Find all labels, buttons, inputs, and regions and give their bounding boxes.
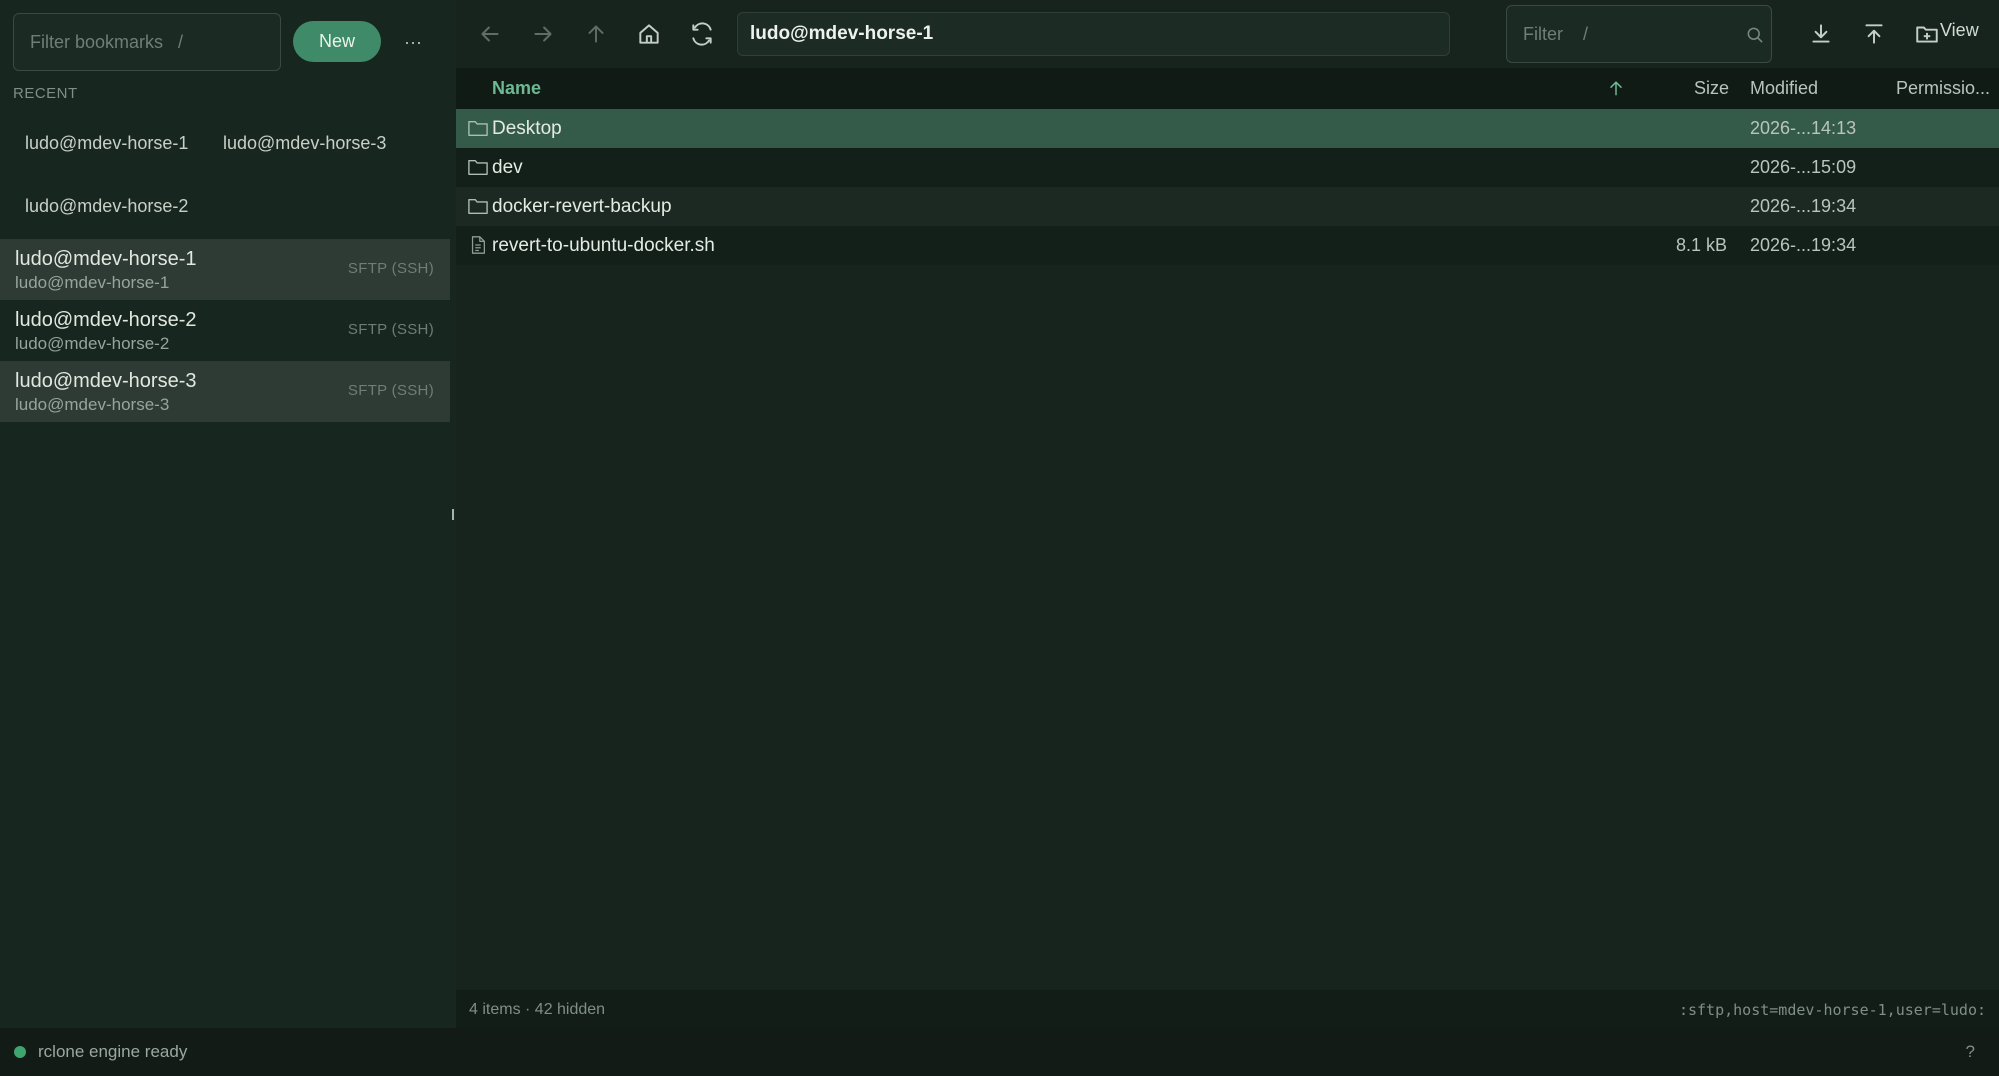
download-button[interactable] (1801, 14, 1841, 54)
back-button[interactable] (470, 14, 510, 54)
connection-protocol: SFTP (SSH) (347, 321, 434, 338)
status-text: rclone engine ready (38, 1042, 188, 1061)
file-modified: 2026-...14:13 (1750, 118, 1857, 138)
column-header-name[interactable]: Name (492, 78, 541, 99)
app-window: New ··· RECENT ludo@mdev-horse-1 ludo@md… (0, 0, 1999, 1076)
home-button[interactable] (629, 14, 669, 54)
refresh-icon (692, 22, 712, 46)
recent-item[interactable]: ludo@mdev-horse-1 (13, 127, 200, 160)
file-modified: 2026-...19:34 (1750, 196, 1857, 216)
file-name: revert-to-ubuntu-docker.sh (492, 235, 715, 256)
forward-arrow-icon (534, 26, 552, 42)
file-row[interactable]: revert-to-ubuntu-docker.sh 8.1 kB 2026-.… (456, 226, 1999, 265)
column-header-size[interactable]: Size (1694, 78, 1729, 99)
view-menu-button[interactable]: View (1940, 20, 1979, 41)
connection-title: ludo@mdev-horse-3 (15, 370, 197, 392)
connection-title: ludo@mdev-horse-1 (15, 248, 197, 270)
new-folder-icon (1916, 26, 1938, 43)
up-directory-button[interactable] (576, 14, 616, 54)
more-options-button[interactable]: ··· (398, 24, 428, 60)
new-bookmark-button[interactable]: New (293, 21, 381, 62)
folder-icon (468, 120, 488, 136)
file-list-empty-area[interactable] (456, 265, 1999, 990)
home-icon (639, 24, 659, 44)
file-list-footer: 4 items · 42 hidden :sftp,host=mdev-hors… (456, 990, 1999, 1028)
connection-protocol: SFTP (SSH) (347, 382, 434, 399)
status-indicator (14, 1046, 26, 1058)
connection-subtitle: ludo@mdev-horse-2 (15, 334, 170, 353)
back-arrow-icon (481, 26, 499, 42)
file-name: Desktop (492, 118, 562, 139)
file-filter-field[interactable] (1506, 5, 1772, 63)
upload-icon (1865, 24, 1883, 44)
connection-list: ludo@mdev-horse-1 ludo@mdev-horse-1 SFTP… (0, 239, 450, 422)
file-browser: ludo@mdev-horse-1 View Name Size Modifie… (456, 0, 1999, 1028)
file-row[interactable]: docker-revert-backup 2026-...19:34 (456, 187, 1999, 226)
connection-subtitle: ludo@mdev-horse-1 (15, 273, 170, 292)
bookmark-filter-input[interactable] (30, 31, 280, 53)
connection-item[interactable]: ludo@mdev-horse-2 ludo@mdev-horse-2 SFTP… (0, 300, 450, 361)
file-name: docker-revert-backup (492, 196, 672, 217)
search-icon (1747, 27, 1763, 43)
file-list: Desktop 2026-...14:13 dev 2026-...15:09 … (456, 109, 1999, 265)
up-arrow-icon (588, 25, 604, 43)
path-input[interactable]: ludo@mdev-horse-1 (737, 12, 1450, 56)
column-header-permissions[interactable]: Permissio... (1896, 78, 1990, 99)
connection-item[interactable]: ludo@mdev-horse-3 ludo@mdev-horse-3 SFTP… (0, 361, 450, 422)
connection-subtitle: ludo@mdev-horse-3 (15, 395, 170, 414)
sort-ascending-icon[interactable] (1606, 77, 1626, 99)
connection-protocol: SFTP (SSH) (347, 260, 434, 277)
file-list-header: Name Size Modified Permissio... (456, 68, 1999, 109)
help-button[interactable]: ? (1966, 1042, 1975, 1062)
download-icon (1812, 24, 1830, 43)
file-modified: 2026-...15:09 (1750, 157, 1857, 177)
bookmark-filter-field[interactable] (13, 13, 281, 71)
recent-item[interactable]: ludo@mdev-horse-3 (211, 127, 398, 160)
item-count: 4 items · 42 hidden (469, 1001, 606, 1018)
file-filter-input[interactable] (1523, 23, 1723, 45)
sidebar-resize-handle[interactable] (452, 509, 454, 520)
toolbar: ludo@mdev-horse-1 View (456, 0, 1999, 68)
remote-spec: :sftp,host=mdev-horse-1,user=ludo: (1678, 1001, 1986, 1019)
forward-button[interactable] (523, 14, 563, 54)
file-row[interactable]: Desktop 2026-...14:13 (456, 109, 1999, 148)
file-row[interactable]: dev 2026-...15:09 (456, 148, 1999, 187)
connection-item[interactable]: ludo@mdev-horse-1 ludo@mdev-horse-1 SFTP… (0, 239, 450, 300)
column-header-modified[interactable]: Modified (1750, 78, 1818, 99)
status-bar: rclone engine ready ? (0, 1028, 1999, 1076)
recent-section-label: RECENT (13, 85, 78, 102)
recent-item[interactable]: ludo@mdev-horse-2 (13, 190, 200, 223)
folder-icon (468, 159, 488, 175)
file-name: dev (492, 157, 523, 178)
file-document-icon (471, 236, 485, 254)
upload-button[interactable] (1854, 14, 1894, 54)
file-size: 8.1 kB (1675, 235, 1727, 255)
refresh-button[interactable] (682, 14, 722, 54)
file-modified: 2026-...19:34 (1750, 235, 1857, 255)
folder-icon (468, 198, 488, 214)
connection-title: ludo@mdev-horse-2 (15, 309, 197, 331)
bookmarks-sidebar: New ··· RECENT ludo@mdev-horse-1 ludo@md… (0, 0, 456, 1028)
